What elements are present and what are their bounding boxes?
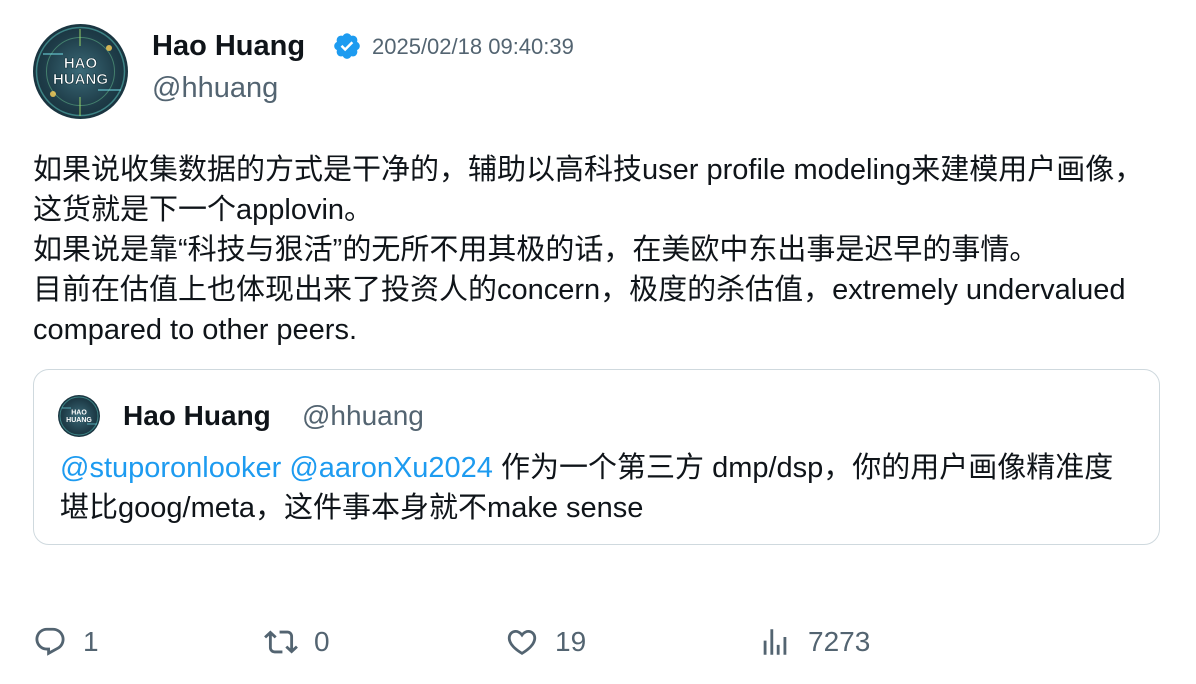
tweet-timestamp[interactable]: 2025/02/18 09:40:39	[372, 33, 574, 61]
retweet-button[interactable]: 0	[264, 620, 330, 664]
quoted-tweet-text: @stuporonlooker @aaronXu2024 作为一个第三方 dmp…	[60, 448, 1140, 528]
reply-button[interactable]: 1	[33, 620, 99, 664]
like-button[interactable]: 19	[505, 620, 586, 664]
tweet-text-paragraph: 如果说是靠“科技与狠活”的无所不用其极的话，在美欧中东出事是迟早的事情。	[33, 234, 1039, 266]
quoted-author-avatar: HAO HUANG	[58, 395, 100, 437]
author-name[interactable]: Hao Huang	[152, 28, 305, 64]
retweet-icon	[264, 625, 298, 659]
tweet-text-paragraph: 目前在估值上也体现出来了投资人的concern，极度的杀估值，extremely…	[33, 274, 1126, 346]
views-count: 7273	[808, 626, 871, 657]
views-chart-icon	[758, 625, 792, 659]
verified-badge-icon	[332, 31, 362, 61]
quoted-author-name: Hao Huang	[123, 400, 271, 431]
avatar-image: HAO HUANG	[35, 26, 126, 117]
avatar-text-line1: HAO	[64, 55, 98, 72]
avatar-text-line2: HUANG	[53, 71, 108, 88]
like-count: 19	[555, 626, 587, 657]
retweet-count: 0	[314, 626, 330, 657]
author-handle[interactable]: @hhuang	[152, 70, 278, 106]
quoted-tweet-card[interactable]: HAO HUANG Hao Huang @hhuang @stuporonloo…	[33, 369, 1160, 545]
tweet-text-paragraph: 如果说收集数据的方式是干净的，辅助以高科技user profile modeli…	[33, 154, 1144, 226]
author-avatar[interactable]: HAO HUANG	[33, 24, 128, 119]
mention-link[interactable]: @stuporonlooker	[60, 452, 281, 484]
reply-icon	[33, 625, 67, 659]
reply-count: 1	[83, 626, 99, 657]
views-button[interactable]: 7273	[758, 620, 870, 664]
heart-icon	[505, 625, 539, 659]
mention-link[interactable]: @aaronXu2024	[289, 452, 493, 484]
quoted-author-handle: @hhuang	[302, 400, 424, 431]
tweet-text: 如果说收集数据的方式是干净的，辅助以高科技user profile modeli…	[33, 150, 1163, 350]
quoted-avatar-text-line1: HAO	[71, 410, 87, 417]
quoted-avatar-text-line2: HUANG	[66, 417, 92, 424]
